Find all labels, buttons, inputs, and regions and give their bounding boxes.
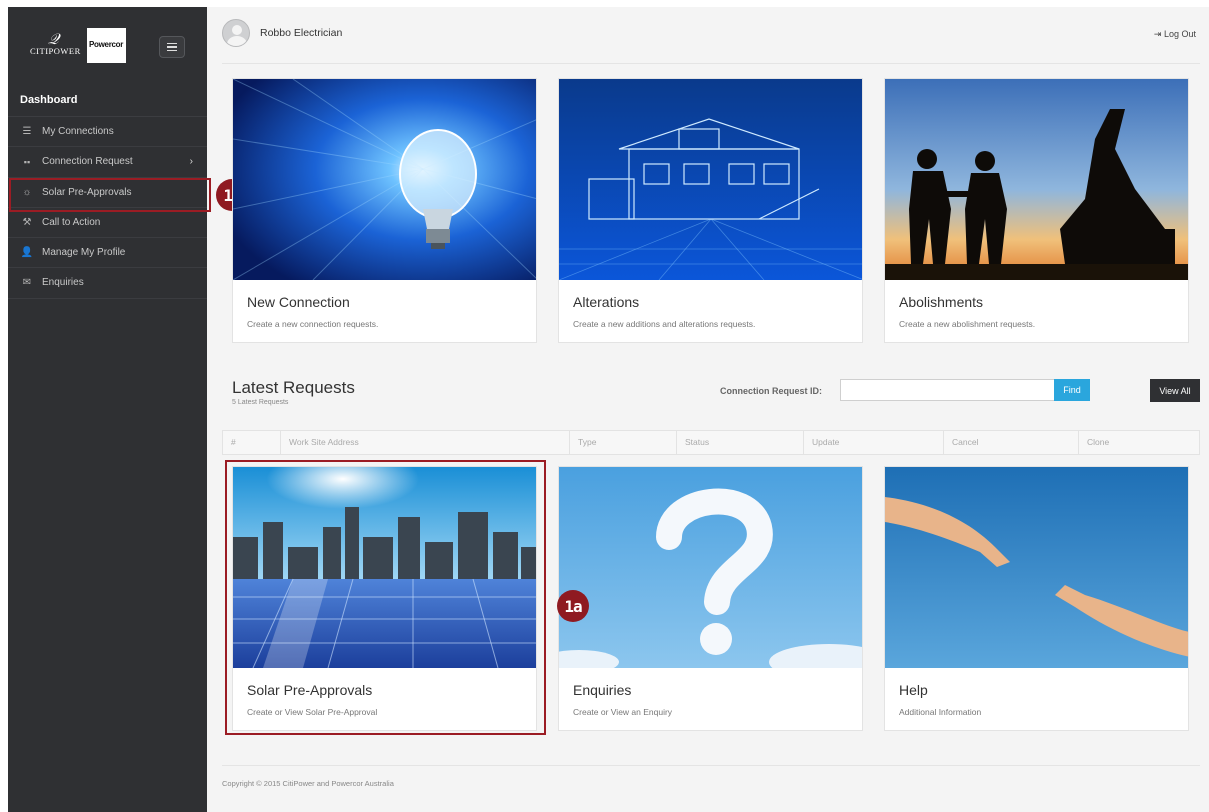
workers-silhouette-image [885, 79, 1188, 280]
latest-requests-subtitle: 5 Latest Requests [232, 399, 289, 406]
brand-area: 𝒬 CITIPOWER Powercor [8, 7, 207, 87]
sidebar-item-dashboard[interactable]: Dashboard [8, 87, 207, 117]
avatar[interactable] [222, 19, 250, 47]
new-connection-card[interactable]: New Connection Create a new connection r… [232, 78, 537, 343]
hamburger-icon [167, 42, 177, 45]
hamburger-menu-button[interactable] [159, 36, 185, 58]
card-title: Enquiries [573, 682, 632, 698]
card-description: Create a new abolishment requests. [899, 319, 1036, 329]
top-bar: Robbo Electrician ⇥ Log Out [207, 7, 1209, 63]
card-title: Abolishments [899, 294, 984, 310]
copyright-text: Copyright © 2015 CitiPower and Powercor … [222, 779, 394, 788]
card-description: Create or View Solar Pre-Approval [247, 707, 378, 717]
house-blueprint-image [559, 79, 862, 280]
sidebar: 𝒬 CITIPOWER Powercor Dashboard ☰ My Conn… [8, 7, 211, 812]
chevron-right-icon: › [189, 156, 193, 168]
sun-icon: ☼ [22, 186, 32, 198]
sidebar-item-manage-my-profile[interactable]: 👤 Manage My Profile [8, 238, 207, 269]
connection-request-id-label: Connection Request ID: [720, 386, 823, 396]
abolishments-card[interactable]: Abolishments Create a new abolishment re… [884, 78, 1189, 343]
citipower-logo[interactable]: 𝒬 CITIPOWER [30, 31, 86, 61]
sidebar-item-my-connections[interactable]: ☰ My Connections [8, 117, 207, 148]
sidebar-item-solar-pre-approvals[interactable]: ☼ Solar Pre-Approvals [8, 177, 211, 212]
question-cloud-image [559, 467, 862, 668]
column-header-number[interactable]: # [223, 431, 281, 454]
card-description: Create or View an Enquiry [573, 707, 673, 717]
grid-icon: ▪▪ [23, 157, 31, 168]
column-header-clone[interactable]: Clone [1079, 431, 1200, 454]
logout-icon: ⇥ [1153, 29, 1162, 39]
reaching-hands-image [885, 467, 1188, 668]
find-button[interactable]: Find [1054, 379, 1090, 401]
lightbulb-image [233, 79, 536, 280]
sidebar-nav: Dashboard ☰ My Connections ▪▪ Connection… [8, 87, 211, 299]
list-icon: ☰ [22, 126, 32, 137]
solar-pre-approvals-card[interactable]: Solar Pre-Approvals Create or View Solar… [232, 466, 537, 731]
callout-badge-1a: 1a [557, 590, 589, 622]
column-header-update[interactable]: Update [804, 431, 944, 454]
tools-icon: ⚒ [22, 216, 32, 228]
footer-divider [222, 765, 1200, 766]
card-title: New Connection [247, 294, 350, 310]
envelope-icon: ✉ [22, 277, 32, 289]
card-description: Additional Information [899, 707, 982, 717]
card-description: Create a new additions and alterations r… [573, 319, 756, 329]
enquiries-card[interactable]: Enquiries Create or View an Enquiry [558, 466, 863, 731]
user-icon: 👤 [20, 247, 34, 259]
column-header-status[interactable]: Status [677, 431, 804, 454]
sidebar-item-call-to-action[interactable]: ⚒ Call to Action [8, 208, 207, 239]
powercor-logo[interactable]: Powercor [87, 28, 126, 63]
header-divider [222, 63, 1200, 64]
sidebar-item-enquiries[interactable]: ✉ Enquiries [8, 268, 207, 299]
column-header-type[interactable]: Type [570, 431, 677, 454]
connection-request-id-input[interactable] [840, 379, 1055, 401]
logout-link[interactable]: ⇥ Log Out [1154, 29, 1196, 40]
column-header-address[interactable]: Work Site Address [281, 431, 570, 454]
column-header-cancel[interactable]: Cancel [944, 431, 1079, 454]
alterations-card[interactable]: Alterations Create a new additions and a… [558, 78, 863, 343]
requests-table-header: # Work Site Address Type Status Update C… [222, 430, 1200, 455]
card-title: Alterations [573, 294, 640, 310]
card-title: Solar Pre-Approvals [247, 682, 373, 698]
solar-panels-city-image [233, 467, 536, 668]
latest-requests-title: Latest Requests [232, 378, 355, 397]
card-title: Help [899, 682, 928, 698]
help-card[interactable]: Help Additional Information [884, 466, 1189, 731]
user-name: Robbo Electrician [260, 27, 343, 39]
card-description: Create a new connection requests. [247, 319, 379, 329]
sidebar-item-connection-request[interactable]: ▪▪ Connection Request › [8, 147, 207, 178]
view-all-button[interactable]: View All [1150, 379, 1200, 402]
